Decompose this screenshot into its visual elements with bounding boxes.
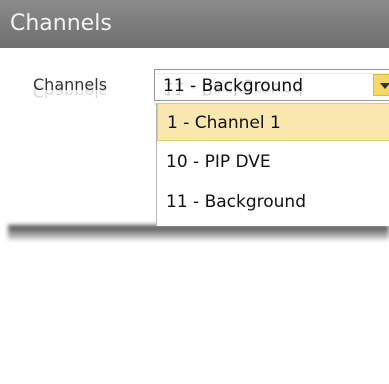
- dropdown-shadow: [8, 225, 389, 240]
- channels-dropdown-list: 1 - Channel 1 10 - PIP DVE 11 - Backgrou…: [156, 103, 389, 226]
- panel-header: Channels: [0, 0, 389, 48]
- reflected-combobox-value: 11 - Background: [163, 78, 303, 98]
- dropdown-item[interactable]: 10 - PIP DVE: [157, 143, 389, 181]
- dropdown-item[interactable]: 11 - Background: [157, 183, 389, 221]
- reflected-combobox: 11 - Background: [154, 73, 389, 105]
- reflected-channels-label: Channels: [33, 82, 108, 101]
- dropdown-item[interactable]: 1 - Channel 1: [157, 103, 389, 141]
- dropdown-item-label: 11 - Background: [166, 192, 306, 212]
- dropdown-item-label: 10 - PIP DVE: [166, 152, 271, 172]
- dropdown-item-label: 1 - Channel 1: [167, 113, 281, 133]
- panel-title: Channels: [10, 11, 112, 36]
- screen: Channels Channels 11 - Background 1 - Ch…: [0, 0, 389, 384]
